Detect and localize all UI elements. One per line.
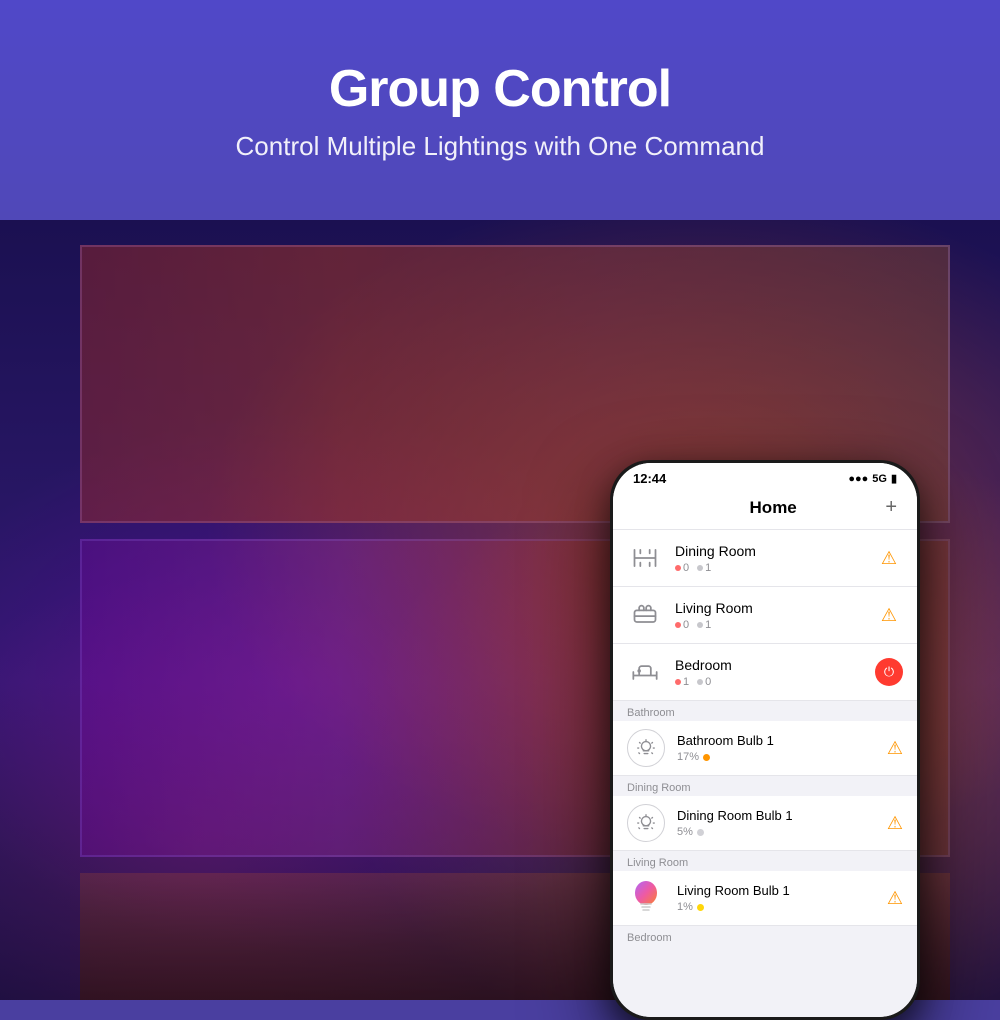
- device-name-bathroom-bulb1: Bathroom Bulb 1: [677, 733, 875, 748]
- room-item-dining[interactable]: Dining Room 0 1: [613, 530, 917, 587]
- offline-dot-dining: [675, 565, 681, 571]
- device-name-dining-bulb1: Dining Room Bulb 1: [677, 808, 875, 823]
- offline-dot-bedroom: [675, 679, 681, 685]
- add-home-button[interactable]: +: [885, 496, 897, 519]
- page-title: Group Control: [329, 59, 671, 119]
- room-info-dining: Dining Room 0 1: [675, 543, 863, 574]
- online-dot-bedroom: [697, 679, 703, 685]
- room-name-bedroom: Bedroom: [675, 657, 863, 673]
- dining-bulb1-dot: [697, 829, 704, 836]
- living-bulb-icon: [627, 879, 665, 917]
- dining-icon: [627, 540, 663, 576]
- device-count-offline-dining: 0: [675, 562, 689, 574]
- device-count-online-living: 1: [697, 619, 711, 631]
- online-dot-living: [697, 622, 703, 628]
- page-wrapper: Group Control Control Multiple Lightings…: [0, 0, 1000, 1000]
- app-header: Home +: [613, 490, 917, 530]
- room-info-living: Living Room 0 1: [675, 600, 863, 631]
- offline-count-bedroom: 1: [683, 676, 689, 688]
- device-count-offline-living: 0: [675, 619, 689, 631]
- section-header-bedroom-bottom: Bedroom: [613, 926, 917, 946]
- online-count-living: 1: [705, 619, 711, 631]
- device-status-dining-bulb1: 5%: [677, 826, 875, 838]
- status-bar: 12:44 ●●● 5G ▮: [613, 463, 917, 490]
- room-item-bedroom[interactable]: Bedroom 1 0: [613, 644, 917, 701]
- bedroom-icon: [627, 654, 663, 690]
- room-list: Dining Room 0 1: [613, 530, 917, 1017]
- header-section: Group Control Control Multiple Lightings…: [0, 0, 1000, 220]
- room-devices-bedroom: 1 0: [675, 676, 863, 688]
- living-room-icon: [627, 597, 663, 633]
- device-info-dining-bulb1: Dining Room Bulb 1 5%: [677, 808, 875, 838]
- alert-icon-dining: ⚠: [881, 548, 897, 569]
- bathroom-bulb1-percent: 17%: [677, 751, 699, 763]
- alert-icon-dining-bulb1: ⚠: [887, 813, 903, 834]
- status-icons: ●●● 5G ▮: [848, 472, 897, 485]
- online-count-bedroom: 0: [705, 676, 711, 688]
- device-info-living-bulb1: Living Room Bulb 1 1%: [677, 883, 875, 913]
- device-item-living-bulb1[interactable]: Living Room Bulb 1 1% ⚠: [613, 871, 917, 926]
- alert-icon-living-bulb1: ⚠: [887, 888, 903, 909]
- device-info-bathroom-bulb1: Bathroom Bulb 1 17%: [677, 733, 875, 763]
- network-label: 5G: [872, 473, 887, 485]
- dining-bulb1-percent: 5%: [677, 826, 693, 838]
- online-dot-dining: [697, 565, 703, 571]
- phone-screen: 12:44 ●●● 5G ▮ Home +: [613, 463, 917, 1017]
- page-subtitle: Control Multiple Lightings with One Comm…: [236, 131, 765, 162]
- alert-icon-living: ⚠: [881, 605, 897, 626]
- device-item-dining-bulb1[interactable]: Dining Room Bulb 1 5% ⚠: [613, 796, 917, 851]
- signal-icon: ●●●: [848, 473, 868, 485]
- device-name-living-bulb1: Living Room Bulb 1: [677, 883, 875, 898]
- dining-action-button[interactable]: ⚠: [875, 544, 903, 572]
- phone-container: 12:44 ●●● 5G ▮ Home +: [610, 460, 920, 1020]
- living-bulb1-dot: [697, 904, 704, 911]
- living-action-button[interactable]: ⚠: [875, 601, 903, 629]
- dining-bulb-icon: [627, 804, 665, 842]
- alert-icon-bathroom-bulb1: ⚠: [887, 738, 903, 759]
- room-devices-dining: 0 1: [675, 562, 863, 574]
- offline-dot-living: [675, 622, 681, 628]
- room-devices-living: 0 1: [675, 619, 863, 631]
- section-header-dining: Dining Room: [613, 776, 917, 796]
- bedroom-power-button[interactable]: ⏻: [875, 658, 903, 686]
- online-count-dining: 1: [705, 562, 711, 574]
- battery-icon: ▮: [891, 472, 897, 485]
- device-status-bathroom-bulb1: 17%: [677, 751, 875, 763]
- room-name-dining: Dining Room: [675, 543, 863, 559]
- offline-count-dining: 0: [683, 562, 689, 574]
- section-header-bathroom: Bathroom: [613, 701, 917, 721]
- device-status-living-bulb1: 1%: [677, 901, 875, 913]
- status-time: 12:44: [633, 471, 666, 486]
- device-count-online-dining: 1: [697, 562, 711, 574]
- app-header-title: Home: [661, 498, 885, 518]
- room-name-living: Living Room: [675, 600, 863, 616]
- device-item-bathroom-bulb1[interactable]: Bathroom Bulb 1 17% ⚠: [613, 721, 917, 776]
- room-info-bedroom: Bedroom 1 0: [675, 657, 863, 688]
- phone-frame: 12:44 ●●● 5G ▮ Home +: [610, 460, 920, 1020]
- room-item-living[interactable]: Living Room 0 1: [613, 587, 917, 644]
- offline-count-living: 0: [683, 619, 689, 631]
- device-count-online-bedroom: 0: [697, 676, 711, 688]
- bathroom-bulb-icon: [627, 729, 665, 767]
- device-count-offline-bedroom: 1: [675, 676, 689, 688]
- living-bulb1-percent: 1%: [677, 901, 693, 913]
- bathroom-bulb1-dot: [703, 754, 710, 761]
- section-header-living: Living Room: [613, 851, 917, 871]
